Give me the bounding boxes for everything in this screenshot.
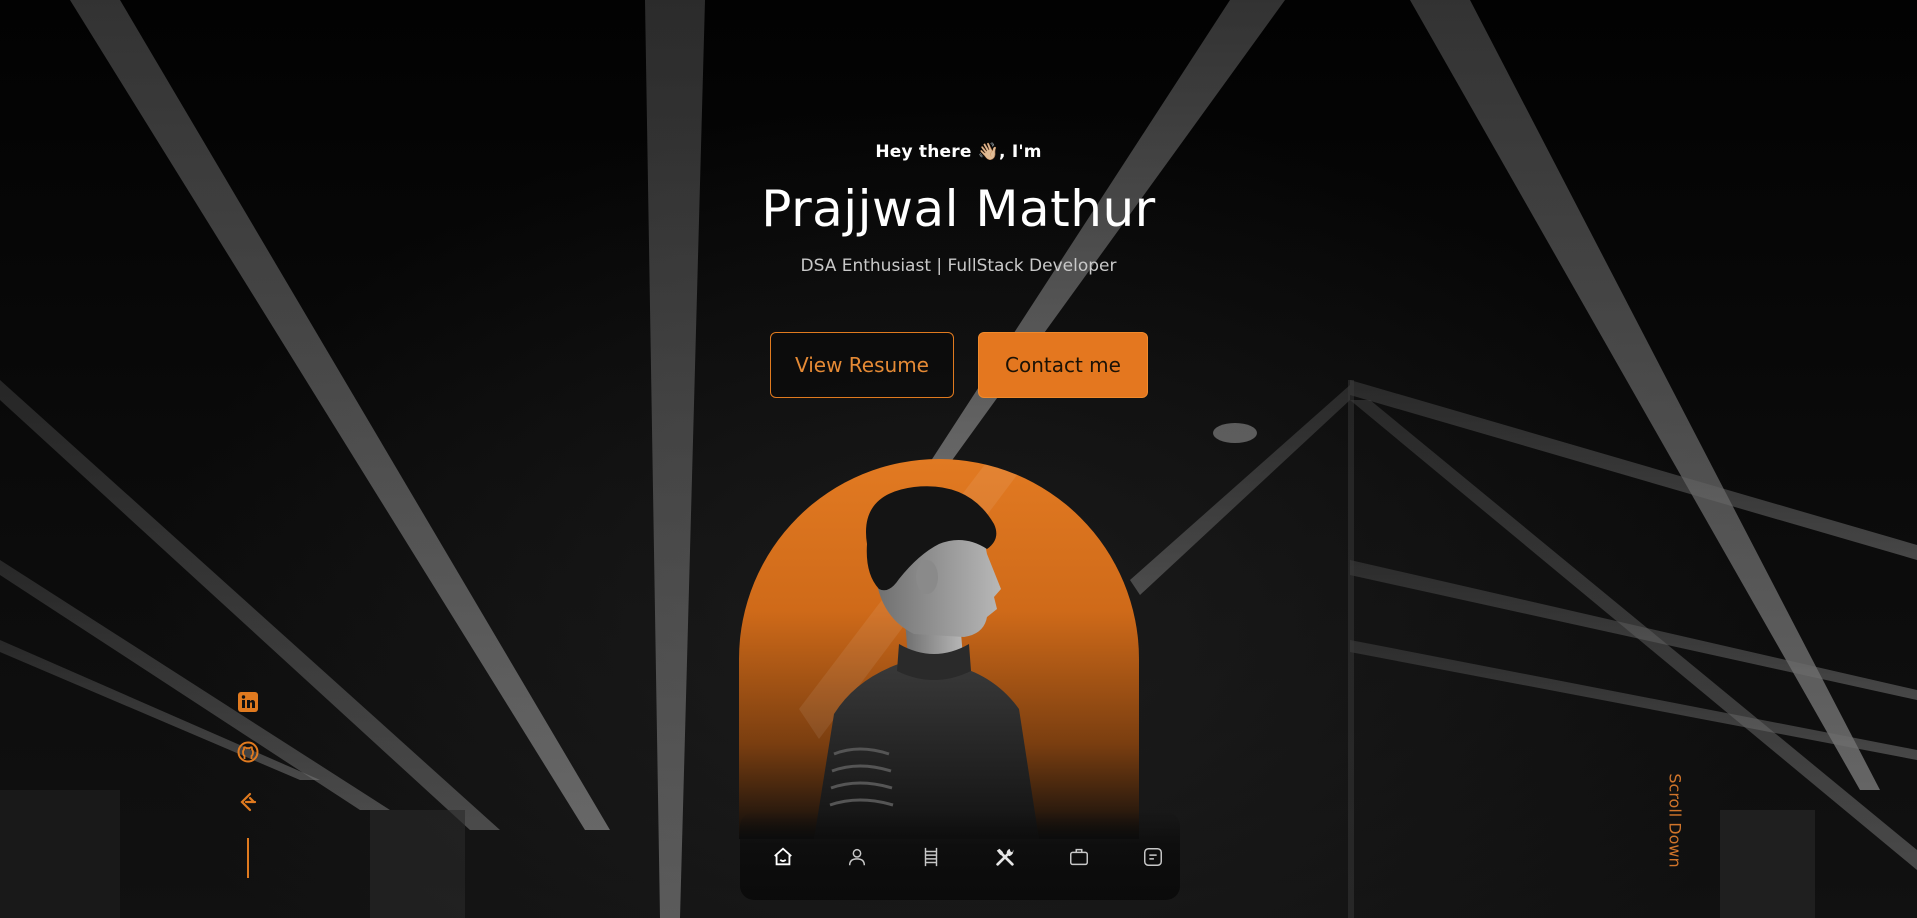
profile-photo: [799, 459, 1039, 839]
user-icon: [848, 848, 866, 866]
ladder-icon: [924, 847, 938, 867]
home-icon: [774, 847, 792, 866]
nav-projects[interactable]: [1064, 842, 1094, 872]
portrait-arch: [739, 459, 1139, 839]
tools-icon: [996, 848, 1014, 866]
github-icon[interactable]: [236, 740, 260, 764]
view-resume-button[interactable]: View Resume: [770, 332, 954, 398]
bottom-nav: [740, 812, 1180, 900]
page-title: Prajjwal Mathur: [761, 180, 1156, 238]
nav-home[interactable]: [768, 842, 798, 872]
nav-experience[interactable]: [916, 842, 946, 872]
greeting-text: Hey there 👋🏼, I'm: [875, 142, 1042, 162]
scroll-down-link[interactable]: Scroll Down: [1660, 770, 1688, 880]
social-divider-line: [247, 838, 249, 878]
tagline: DSA Enthusiast | FullStack Developer: [800, 256, 1117, 276]
hero-section: Hey there 👋🏼, I'm Prajjwal Mathur DSA En…: [0, 0, 1917, 918]
scroll-down-label: Scroll Down: [1665, 773, 1685, 868]
leetcode-icon[interactable]: [236, 790, 260, 814]
nav-about[interactable]: [842, 842, 872, 872]
profile-portrait: [739, 459, 1139, 839]
nav-contact[interactable]: [1138, 842, 1168, 872]
linkedin-icon[interactable]: [236, 690, 260, 714]
contact-me-button[interactable]: Contact me: [978, 332, 1148, 398]
briefcase-icon: [1070, 848, 1088, 866]
nav-skills[interactable]: [990, 842, 1020, 872]
message-icon: [1144, 848, 1162, 866]
